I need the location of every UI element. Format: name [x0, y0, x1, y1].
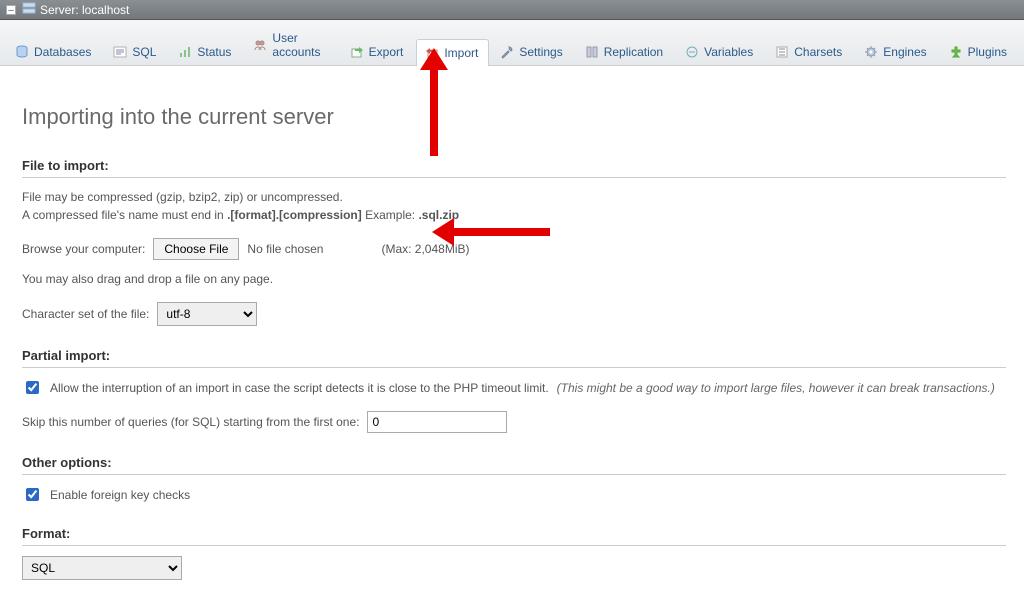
tab-label: Import — [444, 46, 478, 60]
plugins-icon — [949, 45, 963, 59]
database-icon — [15, 45, 29, 59]
section-file-to-import-heading: File to import: — [22, 158, 1006, 173]
export-icon — [350, 45, 364, 59]
fk-row: Enable foreign key checks — [22, 485, 1006, 504]
server-label: Server: localhost — [40, 3, 129, 17]
help-format-bold: .[format].[compression] — [227, 208, 362, 222]
allow-interrupt-label: Allow the interruption of an import in c… — [50, 381, 549, 395]
tab-settings[interactable]: Settings — [491, 38, 573, 65]
charset-row: Character set of the file: utf-8 — [22, 302, 1006, 326]
file-help-line2: A compressed file's name must end in .[f… — [22, 206, 1006, 224]
fk-label: Enable foreign key checks — [50, 488, 190, 502]
divider — [22, 474, 1006, 475]
tab-label: Charsets — [794, 45, 842, 59]
help-text: Example: — [365, 208, 418, 222]
tab-user-accounts[interactable]: User accounts — [244, 24, 338, 65]
tab-replication[interactable]: Replication — [576, 38, 674, 65]
server-bar: – Server: localhost — [0, 0, 1024, 20]
users-icon — [253, 38, 267, 52]
sql-icon — [113, 45, 127, 59]
fk-checkbox[interactable] — [26, 488, 39, 501]
charset-label: Character set of the file: — [22, 307, 149, 321]
tab-databases[interactable]: Databases — [6, 38, 102, 65]
tab-status[interactable]: Status — [169, 38, 242, 65]
no-file-chosen-text: No file chosen — [247, 242, 323, 256]
charsets-icon — [775, 45, 789, 59]
tab-plugins[interactable]: Plugins — [940, 38, 1018, 65]
wrench-icon — [500, 45, 514, 59]
engines-icon — [864, 45, 878, 59]
server-icon — [22, 2, 36, 17]
replication-icon — [585, 45, 599, 59]
format-select[interactable]: SQL — [22, 556, 182, 580]
tab-label: Plugins — [968, 45, 1007, 59]
allow-interrupt-row: Allow the interruption of an import in c… — [22, 378, 1006, 397]
skip-input[interactable] — [367, 411, 507, 433]
tab-label: Variables — [704, 45, 753, 59]
divider — [22, 177, 1006, 178]
tab-sql[interactable]: SQL — [104, 38, 167, 65]
annotation-arrow-up — [430, 66, 438, 156]
choose-file-button[interactable]: Choose File — [153, 238, 239, 260]
section-format-heading: Format: — [22, 526, 1006, 541]
tab-label: Settings — [519, 45, 562, 59]
allow-interrupt-checkbox[interactable] — [26, 381, 39, 394]
browse-row: Browse your computer: Choose File No fil… — [22, 238, 1006, 260]
browse-label: Browse your computer: — [22, 242, 145, 256]
allow-interrupt-note: (This might be a good way to import larg… — [557, 381, 995, 395]
file-help-line1: File may be compressed (gzip, bzip2, zip… — [22, 188, 1006, 206]
divider — [22, 545, 1006, 546]
tab-label: Databases — [34, 45, 91, 59]
skip-row: Skip this number of queries (for SQL) st… — [22, 411, 1006, 433]
tab-bar: Databases SQL Status User accounts Expor… — [0, 20, 1024, 66]
tab-label: Status — [197, 45, 231, 59]
collapse-icon[interactable]: – — [6, 5, 16, 15]
max-size-text: (Max: 2,048MiB) — [381, 242, 469, 256]
tab-charsets[interactable]: Charsets — [766, 38, 853, 65]
status-icon — [178, 45, 192, 59]
drag-drop-note: You may also drag and drop a file on any… — [22, 270, 1006, 288]
tab-variables[interactable]: Variables — [676, 38, 764, 65]
variables-icon — [685, 45, 699, 59]
tab-export[interactable]: Export — [341, 38, 415, 65]
help-text: A compressed file's name must end in — [22, 208, 227, 222]
section-other-options-heading: Other options: — [22, 455, 1006, 470]
format-row: SQL — [22, 556, 1006, 580]
tab-label: Replication — [604, 45, 663, 59]
section-partial-import-heading: Partial import: — [22, 348, 1006, 363]
tab-label: SQL — [132, 45, 156, 59]
tab-label: User accounts — [272, 31, 327, 59]
annotation-arrow-left — [450, 228, 550, 236]
skip-label: Skip this number of queries (for SQL) st… — [22, 415, 359, 429]
content: Importing into the current server File t… — [0, 66, 1024, 598]
charset-select[interactable]: utf-8 — [157, 302, 257, 326]
tab-label: Export — [369, 45, 404, 59]
page-title: Importing into the current server — [22, 104, 1006, 130]
divider — [22, 367, 1006, 368]
tab-label: Engines — [883, 45, 926, 59]
tab-engines[interactable]: Engines — [855, 38, 937, 65]
